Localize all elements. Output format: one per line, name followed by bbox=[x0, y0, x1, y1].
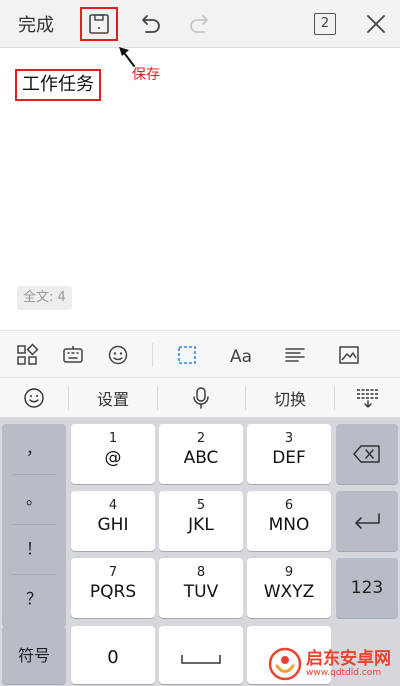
settings-button[interactable]: 设置 bbox=[69, 378, 157, 418]
key-number: 4 bbox=[108, 498, 118, 513]
save-icon bbox=[89, 14, 109, 34]
format-toolbar: Aa bbox=[0, 330, 400, 378]
numeric-switch-key[interactable]: 123 bbox=[336, 558, 398, 618]
key-7[interactable]: 7 PQRS bbox=[71, 558, 155, 618]
microphone-icon bbox=[193, 387, 209, 409]
watermark-logo: 启东安卓网 www.qdtdld.com bbox=[268, 644, 391, 684]
watermark-url: www.qdtdld.com bbox=[306, 668, 382, 678]
emoji-face-icon[interactable] bbox=[106, 343, 130, 367]
done-button[interactable]: 完成 bbox=[18, 11, 54, 37]
key-letters: WXYZ bbox=[263, 582, 315, 602]
key-5[interactable]: 5 JKL bbox=[159, 491, 243, 551]
space-icon bbox=[181, 655, 221, 664]
apps-grid-icon[interactable] bbox=[15, 343, 39, 367]
punctuation-column: ， 。 ！ ？ bbox=[2, 424, 66, 626]
key-number: 8 bbox=[196, 565, 206, 580]
close-icon bbox=[367, 15, 385, 33]
space-key[interactable] bbox=[159, 626, 243, 684]
hide-keyboard-button[interactable] bbox=[335, 378, 400, 418]
key-letters: @ bbox=[104, 448, 122, 468]
undo-icon bbox=[142, 15, 160, 33]
symbols-key[interactable]: 符号 bbox=[2, 626, 66, 684]
key-number: 6 bbox=[284, 498, 294, 513]
font-size-icon[interactable]: Aa bbox=[228, 343, 256, 367]
enter-icon bbox=[355, 513, 380, 529]
punctuation-key-exclamation[interactable]: ！ bbox=[2, 524, 66, 574]
document-title[interactable]: 工作任务 bbox=[15, 69, 101, 101]
key-letters: DEF bbox=[272, 448, 306, 468]
key-0[interactable]: 0 bbox=[71, 626, 155, 684]
watermark-name: 启东安卓网 bbox=[306, 649, 391, 669]
punctuation-key-comma[interactable]: ， bbox=[2, 424, 66, 474]
select-frame-icon[interactable] bbox=[175, 343, 199, 367]
keyboard-icon[interactable] bbox=[61, 343, 85, 367]
save-button[interactable] bbox=[80, 7, 118, 41]
keyboard: 设置 切换 ， 。 ！ ？ 1 @ 2 ABC 3 DEF 4 GHI 5 JK… bbox=[0, 378, 400, 686]
align-icon[interactable] bbox=[283, 343, 307, 367]
watermark-emblem-icon bbox=[268, 647, 302, 681]
key-number: 2 bbox=[196, 431, 206, 446]
key-number: 7 bbox=[108, 565, 118, 580]
key-number: 3 bbox=[284, 431, 294, 446]
key-number: 5 bbox=[196, 498, 206, 513]
key-letters: PQRS bbox=[89, 582, 137, 602]
backspace-icon bbox=[353, 445, 380, 463]
emoji-button[interactable] bbox=[0, 378, 68, 418]
word-count-badge: 全文: 4 bbox=[17, 286, 72, 310]
switch-button[interactable]: 切换 bbox=[246, 378, 334, 418]
key-2[interactable]: 2 ABC bbox=[159, 424, 243, 484]
key-letters: ABC bbox=[183, 448, 219, 468]
voice-input-button[interactable] bbox=[158, 378, 244, 418]
format-divider bbox=[152, 343, 153, 367]
collapse-keyboard-icon bbox=[356, 389, 379, 408]
top-toolbar: 完成 2 bbox=[0, 0, 400, 48]
keyboard-top-bar: 设置 切换 bbox=[0, 378, 400, 418]
key-1[interactable]: 1 @ bbox=[71, 424, 155, 484]
page-count-button[interactable]: 2 bbox=[314, 13, 336, 35]
key-letters: JKL bbox=[188, 515, 214, 535]
watermark-text-block: 启东安卓网 www.qdtdld.com bbox=[306, 650, 391, 678]
key-number: 1 bbox=[108, 431, 118, 446]
key-4[interactable]: 4 GHI bbox=[71, 491, 155, 551]
redo-button[interactable] bbox=[186, 10, 214, 38]
key-3[interactable]: 3 DEF bbox=[247, 424, 331, 484]
key-6[interactable]: 6 MNO bbox=[247, 491, 331, 551]
punctuation-key-period[interactable]: 。 bbox=[2, 474, 66, 524]
save-annotation-label: 保存 bbox=[132, 67, 160, 83]
enter-key[interactable] bbox=[336, 491, 398, 551]
key-letters: GHI bbox=[97, 515, 129, 535]
key-number: 9 bbox=[284, 565, 294, 580]
undo-button[interactable] bbox=[136, 10, 164, 38]
backspace-key[interactable] bbox=[336, 424, 398, 484]
close-button[interactable] bbox=[362, 10, 390, 38]
punctuation-key-question[interactable]: ？ bbox=[2, 574, 66, 624]
image-icon[interactable] bbox=[337, 343, 361, 367]
redo-icon bbox=[190, 15, 208, 33]
key-8[interactable]: 8 TUV bbox=[159, 558, 243, 618]
svg-text:Aa: Aa bbox=[230, 347, 252, 367]
smiley-icon bbox=[24, 388, 44, 408]
key-letters: TUV bbox=[183, 582, 219, 602]
key-letters: MNO bbox=[268, 515, 310, 535]
key-9[interactable]: 9 WXYZ bbox=[247, 558, 331, 618]
